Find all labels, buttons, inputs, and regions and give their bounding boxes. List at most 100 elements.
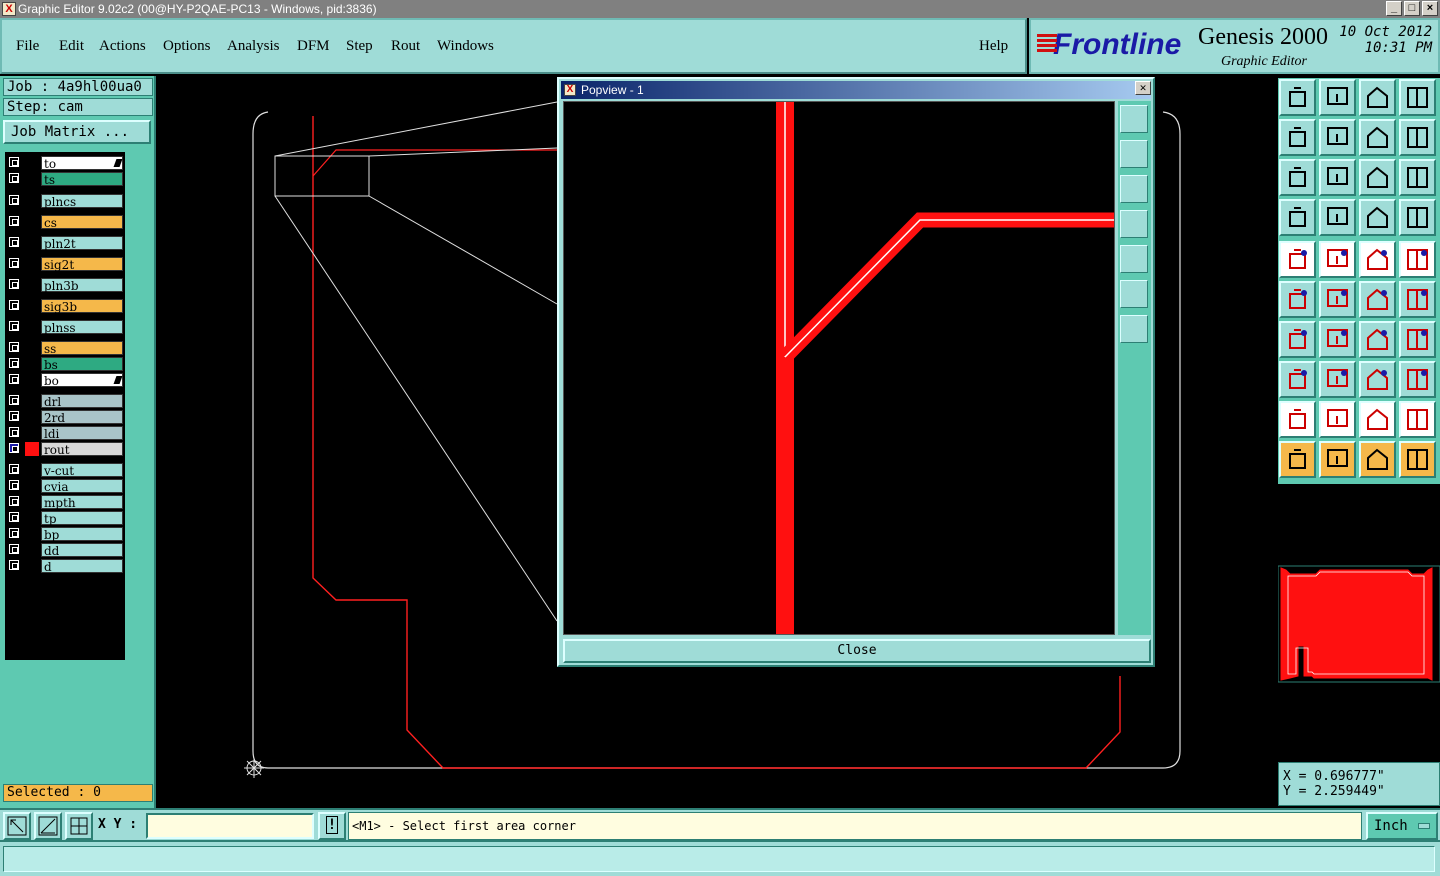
shapes-icon[interactable]: [1399, 361, 1436, 398]
popview-zoom-window-icon[interactable]: [1120, 105, 1148, 133]
layer-row-tp[interactable]: tp: [5, 511, 125, 526]
layer-checkbox[interactable]: [9, 480, 19, 490]
layer-row-bp[interactable]: bp: [5, 527, 125, 542]
layer-row-to[interactable]: to: [5, 156, 125, 171]
menu-dfm[interactable]: DFM: [297, 38, 330, 55]
popview-pan-left-icon[interactable]: [1120, 210, 1148, 238]
layer-row-drl[interactable]: drl: [5, 394, 125, 409]
layer-checkbox[interactable]: [9, 496, 19, 506]
layer-row-2rd[interactable]: 2rd: [5, 410, 125, 425]
menu-actions[interactable]: Actions: [99, 38, 146, 55]
layer-checkbox[interactable]: [9, 279, 19, 289]
layer-row-sig2t[interactable]: sig2t: [5, 257, 125, 272]
zoom-page-icon[interactable]: [1399, 79, 1436, 116]
snap-red-alt-icon[interactable]: [1399, 199, 1436, 236]
layer-checkbox[interactable]: [9, 321, 19, 331]
units-selector[interactable]: Inch: [1366, 812, 1438, 840]
layer-checkbox[interactable]: [9, 427, 19, 437]
triangle-b-icon[interactable]: [1319, 401, 1356, 438]
select-net-icon[interactable]: [1359, 441, 1396, 478]
layer-checkbox[interactable]: [9, 237, 19, 247]
snap-mode-button[interactable]: [3, 812, 31, 840]
layer-checkbox[interactable]: [9, 358, 19, 368]
layer-checkbox[interactable]: [9, 258, 19, 268]
triangle-a-icon[interactable]: [1279, 401, 1316, 438]
popview-close-x-button[interactable]: ✕: [1135, 81, 1151, 95]
popview-zoom-in-icon[interactable]: [1120, 280, 1148, 308]
popview-canvas[interactable]: [563, 101, 1115, 635]
pad-icon[interactable]: [1399, 241, 1436, 278]
layer-checkbox[interactable]: [9, 443, 19, 453]
xy-input[interactable]: [146, 813, 314, 839]
snap-red-icon[interactable]: [1359, 199, 1396, 236]
undo-zoom-icon[interactable]: [1359, 119, 1396, 156]
maximize-button[interactable]: □: [1404, 1, 1420, 16]
alert-button[interactable]: !: [318, 812, 346, 840]
layer-checkbox[interactable]: [9, 464, 19, 474]
layer-row-v-cut[interactable]: v-cut: [5, 463, 125, 478]
triangle-c-icon[interactable]: [1359, 401, 1396, 438]
redraw-icon[interactable]: [1399, 119, 1436, 156]
layer-row-rout[interactable]: rout: [5, 442, 125, 457]
layer-checkbox[interactable]: [9, 157, 19, 167]
menu-options[interactable]: Options: [163, 38, 211, 55]
move-point-icon[interactable]: [1359, 281, 1396, 318]
layer-row-ts[interactable]: ts: [5, 172, 125, 187]
ruler-icon[interactable]: [1359, 241, 1396, 278]
board-overview[interactable]: [1277, 486, 1440, 760]
layer-row-cs[interactable]: cs: [5, 215, 125, 230]
arc-icon[interactable]: [1359, 321, 1396, 358]
triangle-d-icon[interactable]: [1399, 401, 1436, 438]
popview-pan-up-icon[interactable]: [1120, 140, 1148, 168]
home-icon[interactable]: [1359, 79, 1396, 116]
layer-checkbox[interactable]: [9, 512, 19, 522]
layer-checkbox[interactable]: [9, 374, 19, 384]
layer-checkbox[interactable]: [9, 544, 19, 554]
layer-checkbox[interactable]: [9, 528, 19, 538]
select-arrow-icon[interactable]: [1279, 441, 1316, 478]
measure-settings-icon[interactable]: [1279, 199, 1316, 236]
layer-row-bo[interactable]: bo: [5, 373, 125, 388]
layer-checkbox[interactable]: [9, 195, 19, 205]
home-down-icon[interactable]: [1319, 79, 1356, 116]
connect-icon[interactable]: [1279, 281, 1316, 318]
grid-toggle-icon[interactable]: [1319, 199, 1356, 236]
job-matrix-button[interactable]: Job Matrix ...: [3, 120, 151, 144]
scale-1-2-icon[interactable]: [1359, 159, 1396, 196]
add-feature-icon[interactable]: [1279, 241, 1316, 278]
layer-row-d[interactable]: d: [5, 559, 125, 574]
popview-close-button[interactable]: Close: [563, 639, 1151, 663]
home-up-icon[interactable]: [1279, 79, 1316, 116]
minus-icon[interactable]: [1319, 361, 1356, 398]
menu-help[interactable]: Help: [979, 38, 1008, 55]
pan-left-icon[interactable]: [1279, 119, 1316, 156]
menu-edit[interactable]: Edit: [59, 38, 84, 55]
menu-analysis[interactable]: Analysis: [227, 38, 280, 55]
layer-row-plnss[interactable]: plnss: [5, 320, 125, 335]
pan-right-icon[interactable]: [1319, 119, 1356, 156]
pad-select-icon[interactable]: [1279, 361, 1316, 398]
layer-row-pln2t[interactable]: pln2t: [5, 236, 125, 251]
command-field[interactable]: [3, 846, 1435, 872]
layer-checkbox[interactable]: [9, 300, 19, 310]
layer-row-mpth[interactable]: mpth: [5, 495, 125, 510]
text-icon[interactable]: [1399, 321, 1436, 358]
layer-row-sig3b[interactable]: sig3b: [5, 299, 125, 314]
layer-row-dd[interactable]: dd: [5, 543, 125, 558]
zoom-fit-icon[interactable]: [1279, 159, 1316, 196]
layer-row-plncs[interactable]: plncs: [5, 194, 125, 209]
grid-mode-button[interactable]: [65, 812, 93, 840]
layer-checkbox[interactable]: [9, 216, 19, 226]
menu-rout[interactable]: Rout: [391, 38, 420, 55]
close-window-button[interactable]: ×: [1422, 1, 1438, 16]
layer-row-bs[interactable]: bs: [5, 357, 125, 372]
edit-feature-icon[interactable]: [1319, 241, 1356, 278]
layer-row-ss[interactable]: ss: [5, 341, 125, 356]
angle-mode-button[interactable]: [34, 812, 62, 840]
select-box-icon[interactable]: [1319, 441, 1356, 478]
minimize-button[interactable]: _: [1386, 1, 1402, 16]
zoom-center-icon[interactable]: [1319, 159, 1356, 196]
angle-icon[interactable]: [1279, 321, 1316, 358]
layer-checkbox[interactable]: [9, 342, 19, 352]
line-icon[interactable]: [1319, 321, 1356, 358]
